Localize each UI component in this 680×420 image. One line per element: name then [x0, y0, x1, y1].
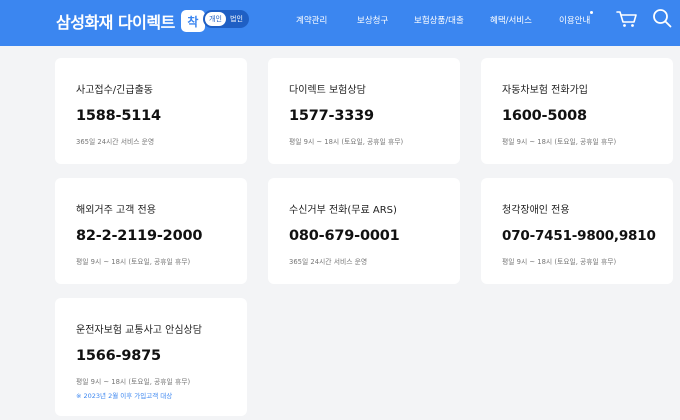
nav-guide[interactable]: 이용안내: [559, 14, 590, 26]
card-title: 다이렉트 보험상담: [289, 85, 366, 96]
card-title: 운전자보험 교통사고 안심상담: [76, 325, 202, 336]
card-hours: 평일 9시 ~ 18시 (토요일, 공휴일 휴무): [76, 258, 191, 266]
card-title: 자동차보험 전화가입: [502, 85, 588, 96]
nav-contract[interactable]: 계약관리: [296, 14, 327, 26]
nav-benefits[interactable]: 혜택/서비스: [490, 14, 532, 26]
contact-card: 자동차보험 전화가입 1600-5008 평일 9시 ~ 18시 (토요일, 공…: [481, 58, 673, 164]
contact-card: 수신거부 전화(무료 ARS) 080-679-0001 365일 24시간 서…: [268, 178, 460, 284]
card-title: 수신거부 전화(무료 ARS): [289, 205, 397, 216]
toggle-personal[interactable]: 개인: [205, 12, 226, 26]
card-note: ※ 2023년 2월 이후 가입고객 대상: [76, 392, 173, 400]
card-hours: 365일 24시간 서비스 운영: [289, 258, 368, 266]
contact-card: 사고접수/긴급출동 1588-5114 365일 24시간 서비스 운영: [55, 58, 247, 164]
card-phone[interactable]: 080-679-0001: [289, 228, 400, 244]
contact-card: 운전자보험 교통사고 안심상담 1566-9875 평일 9시 ~ 18시 (토…: [55, 298, 247, 416]
nav-claims[interactable]: 보상청구: [357, 14, 388, 26]
search-icon[interactable]: [652, 8, 672, 28]
card-phone[interactable]: 070-7451-9800,9810: [502, 228, 656, 244]
customer-type-toggle[interactable]: 개인 법인: [203, 10, 249, 28]
card-phone[interactable]: 1600-5008: [502, 108, 587, 124]
card-phone[interactable]: 82-2-2119-2000: [76, 228, 202, 244]
card-hours: 평일 9시 ~ 18시 (토요일, 공휴일 휴무): [502, 258, 617, 266]
card-title: 청각장애인 전용: [502, 205, 570, 216]
contact-card: 해외거주 고객 전용 82-2-2119-2000 평일 9시 ~ 18시 (토…: [55, 178, 247, 284]
card-hours: 평일 9시 ~ 18시 (토요일, 공휴일 휴무): [502, 138, 617, 146]
card-phone[interactable]: 1588-5114: [76, 108, 161, 124]
card-phone[interactable]: 1566-9875: [76, 348, 161, 364]
card-hours: 평일 9시 ~ 18시 (토요일, 공휴일 휴무): [76, 378, 191, 386]
card-hours: 365일 24시간 서비스 운영: [76, 138, 155, 146]
card-title: 해외거주 고객 전용: [76, 205, 156, 216]
contact-card: 청각장애인 전용 070-7451-9800,9810 평일 9시 ~ 18시 …: [481, 178, 673, 284]
card-title: 사고접수/긴급출동: [76, 85, 153, 96]
nav-guide-dot: [590, 11, 593, 14]
logo-badge: 착: [180, 10, 205, 32]
brand-logo[interactable]: 삼성화재 다이렉트 착: [56, 8, 205, 34]
contact-card: 다이렉트 보험상담 1577-3339 평일 9시 ~ 18시 (토요일, 공휴…: [268, 58, 460, 164]
cart-icon[interactable]: [616, 10, 638, 28]
logo-text: 삼성화재 다이렉트: [56, 13, 175, 32]
card-hours: 평일 9시 ~ 18시 (토요일, 공휴일 휴무): [289, 138, 404, 146]
card-phone[interactable]: 1577-3339: [289, 108, 374, 124]
toggle-corporate[interactable]: 법인: [226, 12, 247, 26]
site-header: 삼성화재 다이렉트 착 개인 법인 계약관리 보상청구 보험상품/대출 혜택/서…: [0, 0, 680, 46]
nav-products[interactable]: 보험상품/대출: [414, 14, 464, 26]
